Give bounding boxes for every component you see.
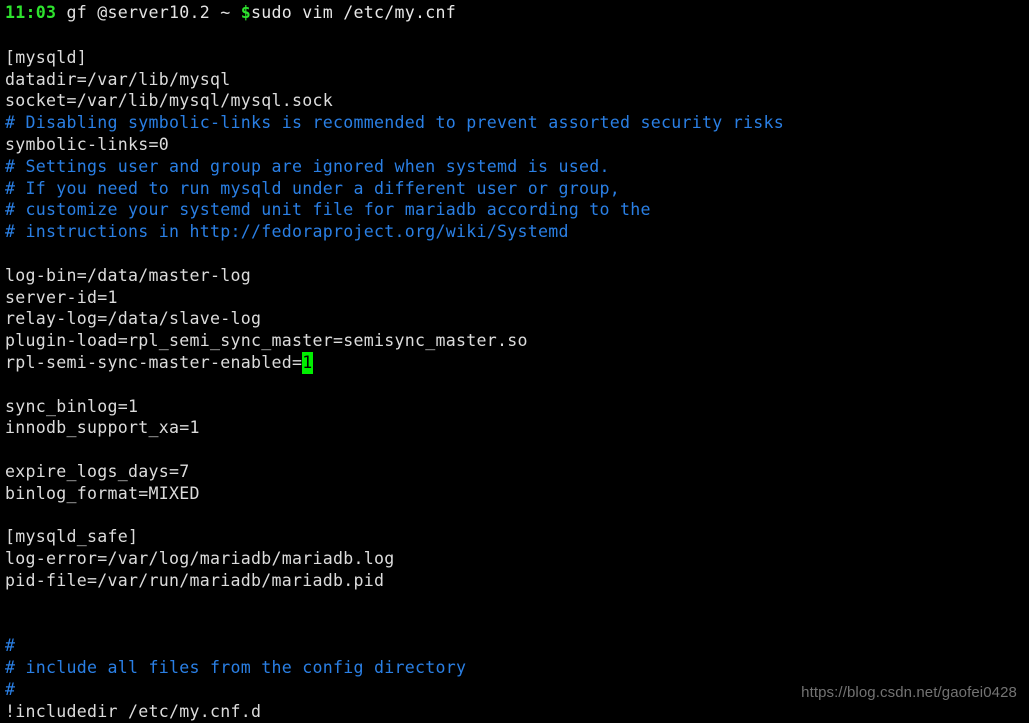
file-line (0, 614, 1029, 636)
file-line-text: !includedir /etc/my.cnf.d (5, 701, 262, 721)
file-line-text (5, 26, 15, 45)
shell-prompt-line: 11:03 gf @server10.2 ~ $sudo vim /etc/my… (0, 0, 1029, 24)
file-line-text (5, 615, 15, 634)
file-line-text: # customize your systemd unit file for m… (5, 200, 651, 220)
file-line-text: # include all files from the config dire… (5, 658, 467, 678)
file-line: socket=/var/lib/mysql/mysql.sock (0, 90, 1029, 112)
file-line-text: log-bin=/data/master-log (5, 265, 252, 285)
watermark-text: https://blog.csdn.net/gaofei0428 (801, 684, 1017, 701)
file-line: innodb_support_xa=1 (0, 417, 1029, 439)
file-line: symbolic-links=0 (0, 134, 1029, 156)
file-line: # (0, 635, 1029, 657)
file-line: # instructions in http://fedoraproject.o… (0, 221, 1029, 243)
file-line: !includedir /etc/my.cnf.d (0, 701, 1029, 723)
file-line-text: socket=/var/lib/mysql/mysql.sock (5, 91, 334, 111)
file-line-text (5, 593, 15, 612)
file-line-text (5, 375, 15, 394)
file-line-text: server-id=1 (5, 287, 118, 307)
prompt-user-host: gf @server10.2 ~ (56, 3, 241, 22)
prompt-dollar-symbol: $ (240, 3, 252, 22)
file-line: binlog_format=MIXED (0, 483, 1029, 505)
file-line-text: # Disabling symbolic-links is recommende… (5, 113, 785, 133)
file-line-text: [mysqld] (5, 47, 88, 67)
file-line-text: expire_logs_days=7 (5, 461, 190, 481)
file-line-text (5, 506, 15, 525)
file-line: expire_logs_days=7 (0, 461, 1029, 483)
file-line (0, 505, 1029, 527)
file-line-text: # (5, 636, 16, 656)
terminal-window[interactable]: 11:03 gf @server10.2 ~ $sudo vim /etc/my… (0, 0, 1029, 721)
file-line: # include all files from the config dire… (0, 657, 1029, 679)
file-line-text: log-error=/var/log/mariadb/mariadb.log (5, 549, 395, 569)
text-cursor[interactable]: 1 (302, 351, 313, 374)
file-line (0, 439, 1029, 461)
file-line (0, 25, 1029, 47)
file-line: # Settings user and group are ignored wh… (0, 156, 1029, 178)
vim-file-contents[interactable]: [mysqld] datadir=/var/lib/mysql socket=/va… (0, 25, 1029, 723)
file-line-text: relay-log=/data/slave-log (5, 309, 262, 329)
file-line: # If you need to run mysqld under a diff… (0, 178, 1029, 200)
prompt-time: 11:03 (5, 3, 57, 22)
file-line: log-error=/var/log/mariadb/mariadb.log (0, 548, 1029, 570)
file-line: datadir=/var/lib/mysql (0, 69, 1029, 91)
file-line: sync_binlog=1 (0, 396, 1029, 418)
file-line: rpl-semi-sync-master-enabled=1 (0, 351, 1029, 374)
file-line-text: [mysqld_safe] (5, 527, 139, 547)
file-line-text: # (5, 679, 16, 699)
prompt-command: sudo vim /etc/my.cnf (251, 3, 457, 22)
file-line-text: # Settings user and group are ignored wh… (5, 156, 610, 176)
file-line-text: binlog_format=MIXED (5, 483, 200, 503)
file-line: [mysqld_safe] (0, 526, 1029, 548)
file-line-text: # If you need to run mysqld under a diff… (5, 178, 621, 198)
file-line-text: innodb_support_xa=1 (5, 418, 200, 438)
file-line-text: # instructions in http://fedoraproject.o… (5, 222, 569, 242)
file-line (0, 374, 1029, 396)
file-line: plugin-load=rpl_semi_sync_master=semisyn… (0, 330, 1029, 352)
file-line: # Disabling symbolic-links is recommende… (0, 112, 1029, 134)
file-line-text: symbolic-links=0 (5, 134, 170, 154)
file-line-text: datadir=/var/lib/mysql (5, 69, 231, 89)
file-line-text: pid-file=/var/run/mariadb/mariadb.pid (5, 570, 385, 590)
file-line-text (5, 440, 15, 459)
file-line-text (5, 244, 15, 263)
file-line: log-bin=/data/master-log (0, 265, 1029, 287)
file-line-text: plugin-load=rpl_semi_sync_master=semisyn… (5, 331, 528, 351)
file-line (0, 243, 1029, 265)
file-line: # customize your systemd unit file for m… (0, 199, 1029, 221)
file-line: server-id=1 (0, 287, 1029, 309)
file-line-text: sync_binlog=1 (5, 396, 139, 416)
file-line: [mysqld] (0, 47, 1029, 69)
file-line: relay-log=/data/slave-log (0, 308, 1029, 330)
file-line: pid-file=/var/run/mariadb/mariadb.pid (0, 570, 1029, 592)
file-line (0, 592, 1029, 614)
file-line-text: rpl-semi-sync-master-enabled= (5, 352, 303, 372)
